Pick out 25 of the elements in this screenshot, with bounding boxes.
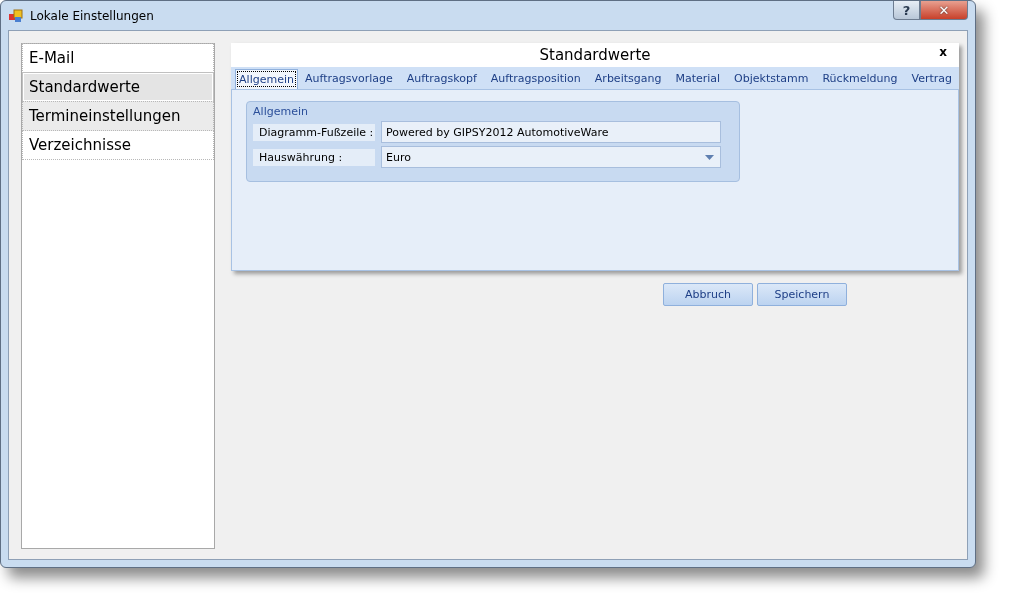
field-label: Diagramm-Fußzeile : [253,123,376,141]
help-button[interactable]: ? [893,1,920,20]
tab[interactable]: Vertrag [904,72,959,89]
tab[interactable]: Allgemein [235,69,298,89]
dialog-button[interactable]: Speichern [757,283,847,306]
text-field[interactable]: Powered by GIPSY2012 AutomotiveWare [381,121,722,143]
sidebar-item[interactable]: Standardwerte [22,72,215,102]
window-title: Lokale Einstellungen [30,8,155,23]
field-label: Hauswährung : [253,148,376,166]
dropdown-field[interactable]: Euro [381,146,722,168]
tab[interactable]: Objektstamm [727,72,816,89]
panel-title: Standardwerte [539,46,651,64]
tab[interactable]: Auftragsvorlage [297,72,400,89]
app-icon [9,8,23,23]
tab[interactable]: Material [668,72,728,89]
close-button[interactable]: x [939,45,947,59]
tab[interactable]: Arbeitsgang [587,72,669,89]
dialog-button[interactable]: Abbruch [663,283,753,306]
tab[interactable]: Auftragsposition [483,72,588,89]
tab[interactable]: Rückmeldung [815,72,905,89]
sidebar-item[interactable]: Termineinstellungen [22,101,215,131]
tab[interactable]: Auftragskopf [399,72,484,89]
sidebar-item[interactable]: Verzeichnisse [22,130,215,160]
group-title: Allgemein [253,105,309,118]
dropdown-arrow-icon [705,154,715,160]
